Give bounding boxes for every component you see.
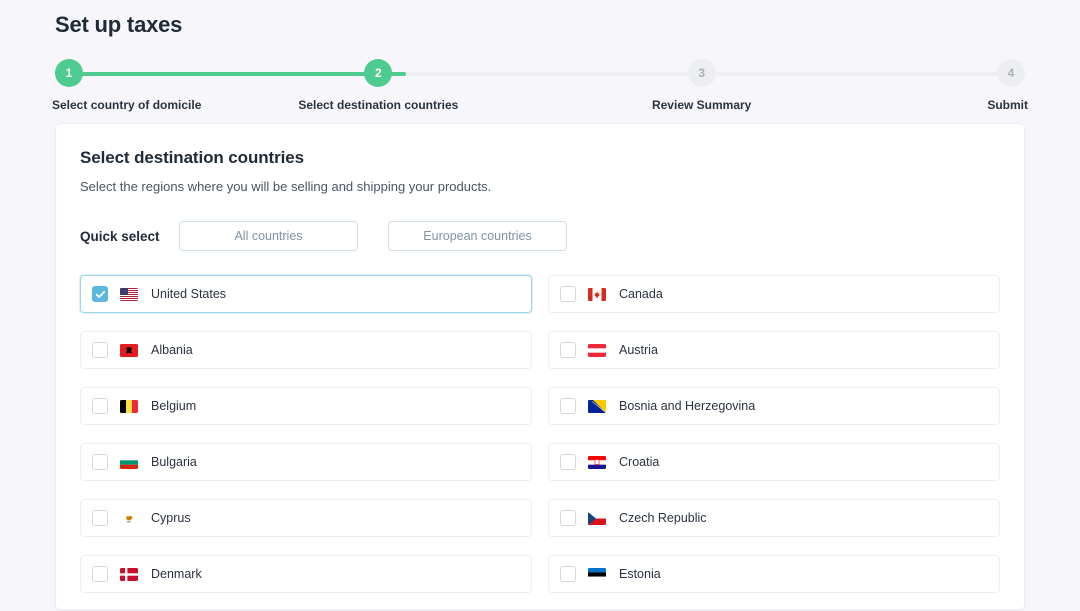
country-name: Austria [619, 343, 658, 357]
country-name: Czech Republic [619, 511, 707, 525]
flag-icon-dk [120, 568, 138, 581]
country-row[interactable]: Belgium [80, 387, 532, 425]
step-1-label: Select country of domicile [52, 98, 201, 112]
flag-icon-be [120, 400, 138, 413]
flag-icon-at [588, 344, 606, 357]
card-subtitle: Select the regions where you will be sel… [80, 179, 1000, 194]
flag-icon-ba [588, 400, 606, 413]
flag-icon-al [120, 344, 138, 357]
country-name: Denmark [151, 567, 202, 581]
country-list: United States Canada Albania Austria Belgium… [80, 275, 1000, 593]
country-name: Canada [619, 287, 663, 301]
quick-select-label: Quick select [80, 229, 179, 244]
checkbox-unchecked-icon[interactable] [560, 286, 576, 302]
checkbox-unchecked-icon[interactable] [560, 510, 576, 526]
country-row[interactable]: United States [80, 275, 532, 313]
progress-stepper: 1 Select country of domicile 2 Select de… [55, 59, 1025, 111]
country-row[interactable]: Cyprus [80, 499, 532, 537]
checkbox-checked-icon[interactable] [92, 286, 108, 302]
country-name: Belgium [151, 399, 196, 413]
country-row[interactable]: Estonia [548, 555, 1000, 593]
flag-icon-bg [120, 456, 138, 469]
step-3-number: 3 [688, 59, 716, 87]
country-row[interactable]: Austria [548, 331, 1000, 369]
country-name: United States [151, 287, 226, 301]
country-name: Estonia [619, 567, 661, 581]
checkbox-unchecked-icon[interactable] [92, 510, 108, 526]
checkbox-unchecked-icon[interactable] [560, 454, 576, 470]
country-row[interactable]: Bulgaria [80, 443, 532, 481]
country-row[interactable]: Czech Republic [548, 499, 1000, 537]
quick-select-european-countries-button[interactable]: European countries [388, 221, 567, 251]
step-2-number: 2 [364, 59, 392, 87]
quick-select-row: Quick select All countries European coun… [80, 221, 1000, 251]
quick-select-all-countries-button[interactable]: All countries [179, 221, 358, 251]
setup-taxes-page: Set up taxes 1 Select country of domicil… [0, 0, 1080, 611]
step-3-label: Review Summary [652, 98, 751, 112]
step-4-label: Submit [987, 98, 1028, 112]
flag-icon-ee [588, 568, 606, 581]
country-name: Bulgaria [151, 455, 197, 469]
checkbox-unchecked-icon[interactable] [92, 454, 108, 470]
country-name: Croatia [619, 455, 659, 469]
flag-icon-cz [588, 512, 606, 525]
checkbox-unchecked-icon[interactable] [560, 342, 576, 358]
country-name: Albania [151, 343, 193, 357]
country-row[interactable]: Canada [548, 275, 1000, 313]
flag-icon-ca [588, 288, 606, 301]
country-name: Cyprus [151, 511, 191, 525]
card-title: Select destination countries [80, 148, 1000, 168]
step-2-label: Select destination countries [298, 98, 458, 112]
page-title: Set up taxes [55, 0, 1025, 38]
checkbox-unchecked-icon[interactable] [560, 566, 576, 582]
flag-icon-hr [588, 456, 606, 469]
country-name: Bosnia and Herzegovina [619, 399, 755, 413]
checkbox-unchecked-icon[interactable] [92, 398, 108, 414]
country-row[interactable]: Albania [80, 331, 532, 369]
checkbox-unchecked-icon[interactable] [560, 398, 576, 414]
step-4-number: 4 [997, 59, 1025, 87]
checkbox-unchecked-icon[interactable] [92, 566, 108, 582]
stepper-steps: 1 Select country of domicile 2 Select de… [55, 59, 1025, 112]
country-row[interactable]: Croatia [548, 443, 1000, 481]
flag-icon-cy [120, 512, 138, 525]
checkbox-unchecked-icon[interactable] [92, 342, 108, 358]
flag-icon-us [120, 288, 138, 301]
destination-countries-card: Select destination countries Select the … [55, 123, 1025, 610]
country-row[interactable]: Bosnia and Herzegovina [548, 387, 1000, 425]
step-1-number: 1 [55, 59, 83, 87]
country-row[interactable]: Denmark [80, 555, 532, 593]
